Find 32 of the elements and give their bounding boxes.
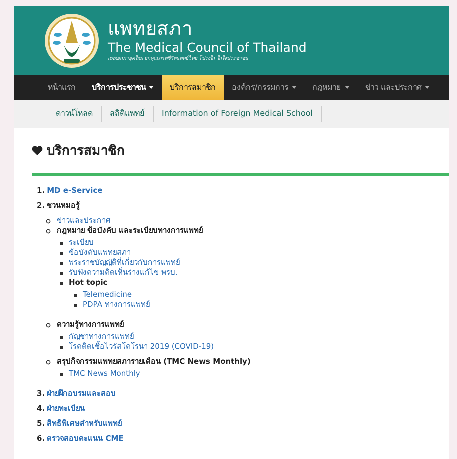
sub-nav-link[interactable]: ดาวน์โหลด [48,106,102,122]
square-bullet-icon [60,346,63,348]
nav-menu-item[interactable]: ข่าว และประกาศ [358,75,438,100]
sub-nav-link[interactable]: สถิติแพทย์ [102,106,154,122]
caret-icon [149,86,154,89]
circle-bullet-icon [46,322,51,328]
square-bullet-icon [74,294,77,296]
caret-icon [425,86,430,89]
nav-menu-item[interactable]: กฎหมาย [304,75,358,100]
page-title: บริการสมาชิก [47,143,125,161]
square-bullet-icon [60,252,63,254]
square-bullet-icon [60,372,63,376]
circle-bullet-icon [46,360,51,364]
site-title: แพทยสภา [108,18,194,40]
square-bullet-icon [60,336,63,338]
nav-menu-item[interactable]: บริการประชาชน [84,75,162,100]
heart-icon [32,146,43,156]
square-bullet-icon [60,242,63,244]
council-emblem-icon [44,12,100,68]
nav-menu-item[interactable]: หน้าแรก [40,75,84,100]
square-bullet-icon [60,272,63,274]
site-subtitle: The Medical Council of Thailand [108,40,307,55]
caret-icon [292,86,297,89]
circle-bullet-icon [46,228,51,234]
nav-menu-item[interactable]: องค์กร/กรรมการ [224,75,305,100]
circle-bullet-icon [46,218,51,224]
caret-icon [344,86,350,89]
square-bullet-icon [74,304,77,306]
nav-menu-item[interactable]: บริการสมาชิก [162,75,224,100]
square-bullet-icon [60,282,63,284]
square-bullet-icon [60,262,63,264]
sub-nav-link[interactable]: Information of Foreign Medical School [154,106,322,122]
